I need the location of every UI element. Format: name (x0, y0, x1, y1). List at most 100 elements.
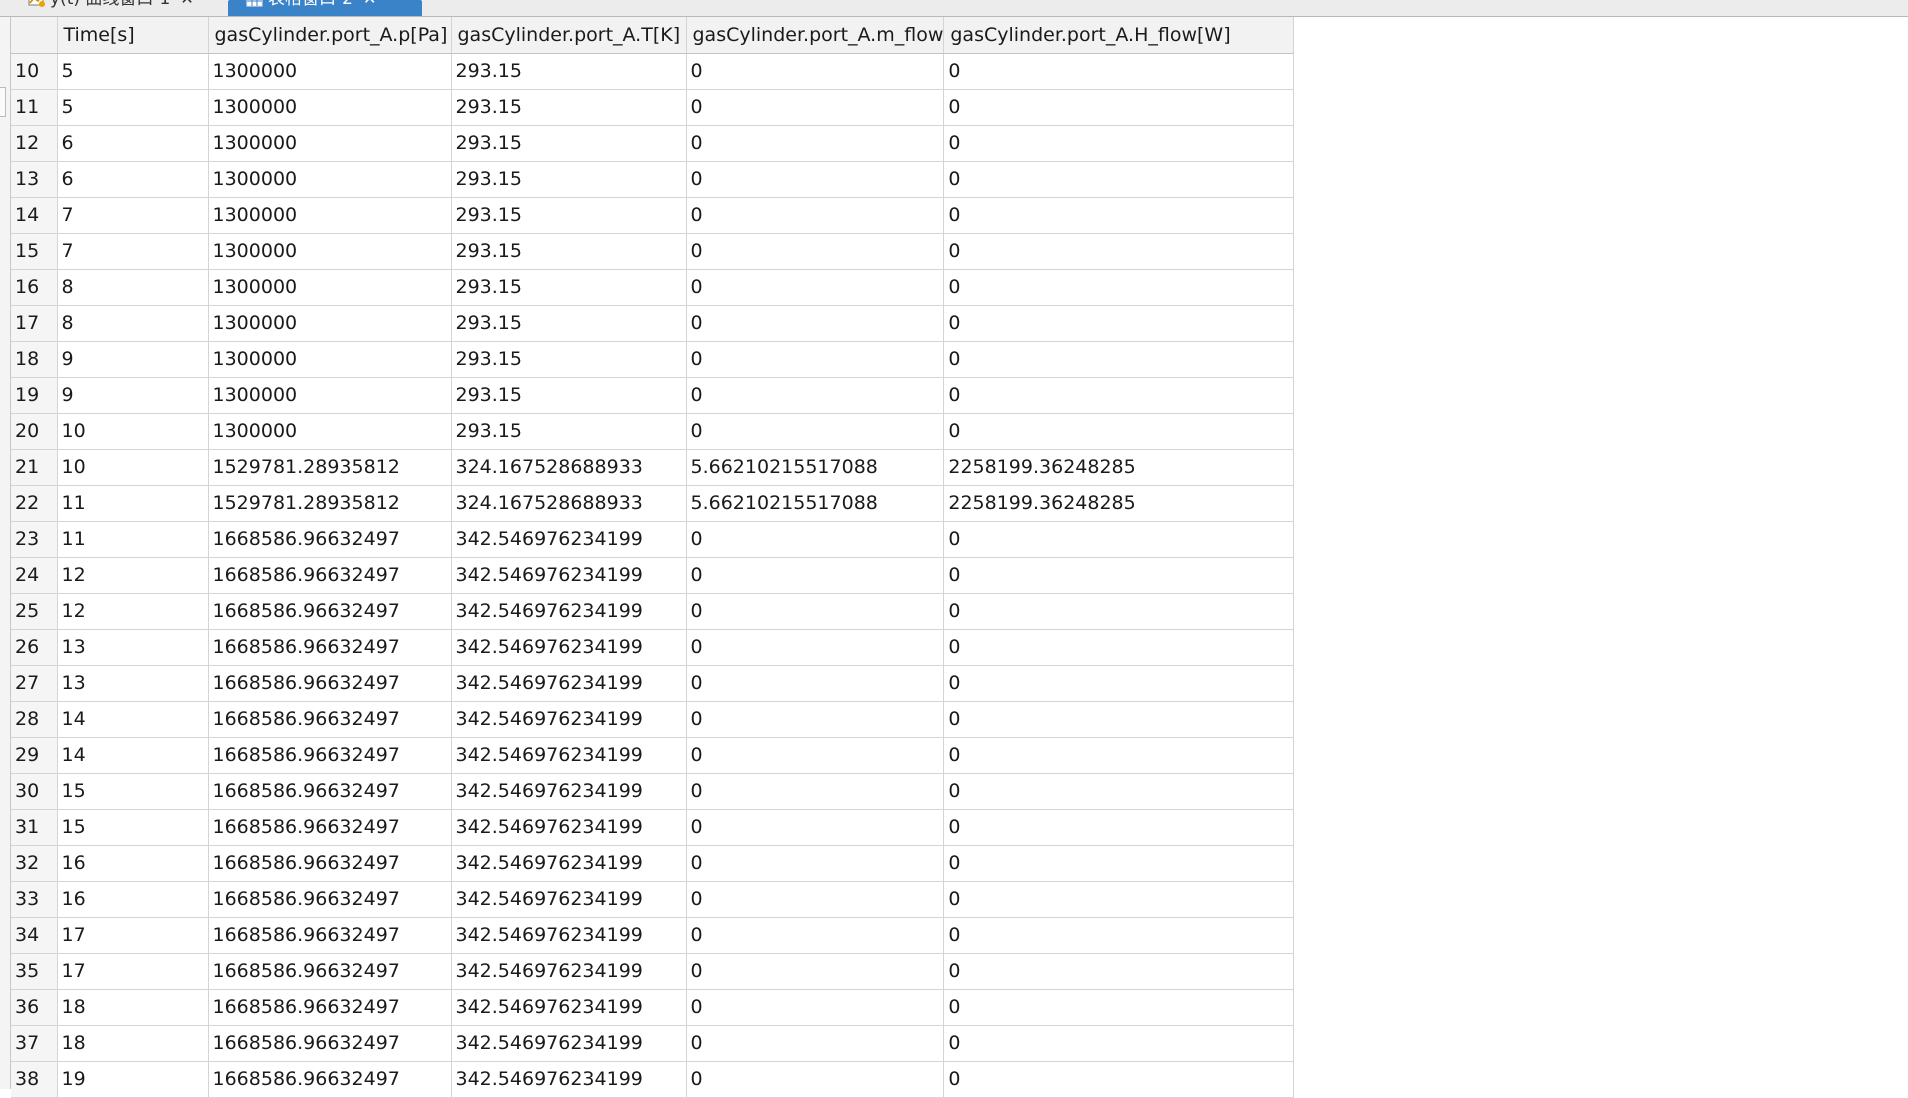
enthalpy-flow-cell[interactable]: 2258199.36248285 (943, 449, 1295, 486)
temperature-cell[interactable]: 342.546976234199 (451, 665, 687, 702)
row-number-cell[interactable]: 34 (11, 917, 58, 954)
time-cell[interactable]: 12 (57, 557, 209, 594)
enthalpy-flow-cell[interactable]: 0 (943, 701, 1295, 738)
pressure-cell[interactable]: 1668586.96632497 (208, 1061, 452, 1098)
row-number-cell[interactable]: 29 (11, 737, 58, 774)
enthalpy-flow-cell[interactable]: 0 (943, 881, 1295, 918)
table-row[interactable]: 15 7 1300000 293.15 0 0 (11, 233, 1295, 270)
row-number-cell[interactable]: 24 (11, 557, 58, 594)
pressure-cell[interactable]: 1668586.96632497 (208, 953, 452, 990)
enthalpy-flow-cell[interactable]: 0 (943, 89, 1295, 126)
time-cell[interactable]: 16 (57, 881, 209, 918)
table-row[interactable]: 35 17 1668586.96632497 342.546976234199 0 0 (11, 953, 1295, 990)
enthalpy-flow-cell[interactable]: 0 (943, 197, 1295, 234)
temperature-cell[interactable]: 342.546976234199 (451, 629, 687, 666)
table-row[interactable]: 30 15 1668586.96632497 342.546976234199 0 0 (11, 773, 1295, 810)
table-row[interactable]: 22 11 1529781.28935812 324.167528688933 5.66… (11, 485, 1295, 522)
enthalpy-flow-cell[interactable]: 0 (943, 1061, 1295, 1098)
time-cell[interactable]: 14 (57, 701, 209, 738)
time-cell[interactable]: 13 (57, 665, 209, 702)
temperature-cell[interactable]: 293.15 (451, 377, 687, 414)
enthalpy-flow-cell[interactable]: 0 (943, 593, 1295, 630)
pressure-cell[interactable]: 1668586.96632497 (208, 845, 452, 882)
enthalpy-flow-cell[interactable]: 0 (943, 521, 1295, 558)
enthalpy-flow-cell[interactable]: 0 (943, 53, 1295, 90)
table-row[interactable]: 31 15 1668586.96632497 342.546976234199 0 0 (11, 809, 1295, 846)
pressure-cell[interactable]: 1668586.96632497 (208, 557, 452, 594)
column-header-pressure[interactable]: gasCylinder.port_A.p[Pa] (208, 17, 452, 54)
mass-flow-cell[interactable]: 0 (686, 161, 945, 198)
time-cell[interactable]: 8 (57, 269, 209, 306)
mass-flow-cell[interactable]: 0 (686, 1061, 945, 1098)
enthalpy-flow-cell[interactable]: 0 (943, 341, 1295, 378)
table-row[interactable]: 19 9 1300000 293.15 0 0 (11, 377, 1295, 414)
row-number-cell[interactable]: 15 (11, 233, 58, 270)
temperature-cell[interactable]: 293.15 (451, 341, 687, 378)
table-row[interactable]: 27 13 1668586.96632497 342.546976234199 0 0 (11, 665, 1295, 702)
enthalpy-flow-cell[interactable]: 0 (943, 413, 1295, 450)
time-cell[interactable]: 6 (57, 161, 209, 198)
time-cell[interactable]: 13 (57, 629, 209, 666)
temperature-cell[interactable]: 342.546976234199 (451, 593, 687, 630)
mass-flow-cell[interactable]: 0 (686, 89, 945, 126)
mass-flow-cell[interactable]: 0 (686, 305, 945, 342)
corner-cell[interactable] (11, 17, 58, 54)
table-row[interactable]: 29 14 1668586.96632497 342.546976234199 0 0 (11, 737, 1295, 774)
temperature-cell[interactable]: 324.167528688933 (451, 485, 687, 522)
table-row[interactable]: 20 10 1300000 293.15 0 0 (11, 413, 1295, 450)
mass-flow-cell[interactable]: 0 (686, 917, 945, 954)
mass-flow-cell[interactable]: 0 (686, 845, 945, 882)
temperature-cell[interactable]: 293.15 (451, 233, 687, 270)
enthalpy-flow-cell[interactable]: 0 (943, 773, 1295, 810)
temperature-cell[interactable]: 293.15 (451, 53, 687, 90)
table-row[interactable]: 23 11 1668586.96632497 342.546976234199 0 0 (11, 521, 1295, 558)
table-row[interactable]: 32 16 1668586.96632497 342.546976234199 0 0 (11, 845, 1295, 882)
table-row[interactable]: 14 7 1300000 293.15 0 0 (11, 197, 1295, 234)
pressure-cell[interactable]: 1668586.96632497 (208, 917, 452, 954)
temperature-cell[interactable]: 342.546976234199 (451, 953, 687, 990)
time-cell[interactable]: 17 (57, 953, 209, 990)
pressure-cell[interactable]: 1668586.96632497 (208, 1025, 452, 1062)
mass-flow-cell[interactable]: 0 (686, 53, 945, 90)
mass-flow-cell[interactable]: 0 (686, 557, 945, 594)
time-cell[interactable]: 9 (57, 377, 209, 414)
row-number-cell[interactable]: 28 (11, 701, 58, 738)
temperature-cell[interactable]: 293.15 (451, 89, 687, 126)
row-number-cell[interactable]: 10 (11, 53, 58, 90)
time-cell[interactable]: 7 (57, 197, 209, 234)
mass-flow-cell[interactable]: 0 (686, 881, 945, 918)
table-row[interactable]: 11 5 1300000 293.15 0 0 (11, 89, 1295, 126)
enthalpy-flow-cell[interactable]: 0 (943, 665, 1295, 702)
temperature-cell[interactable]: 293.15 (451, 161, 687, 198)
row-number-cell[interactable]: 23 (11, 521, 58, 558)
enthalpy-flow-cell[interactable]: 2258199.36248285 (943, 485, 1295, 522)
enthalpy-flow-cell[interactable]: 0 (943, 557, 1295, 594)
mass-flow-cell[interactable]: 0 (686, 989, 945, 1026)
enthalpy-flow-cell[interactable]: 0 (943, 737, 1295, 774)
time-cell[interactable]: 18 (57, 1025, 209, 1062)
enthalpy-flow-cell[interactable]: 0 (943, 953, 1295, 990)
mass-flow-cell[interactable]: 0 (686, 269, 945, 306)
pressure-cell[interactable]: 1300000 (208, 89, 452, 126)
table-row[interactable]: 17 8 1300000 293.15 0 0 (11, 305, 1295, 342)
mass-flow-cell[interactable]: 0 (686, 665, 945, 702)
pressure-cell[interactable]: 1300000 (208, 413, 452, 450)
row-number-cell[interactable]: 35 (11, 953, 58, 990)
mass-flow-cell[interactable]: 0 (686, 233, 945, 270)
pressure-cell[interactable]: 1300000 (208, 53, 452, 90)
enthalpy-flow-cell[interactable]: 0 (943, 161, 1295, 198)
temperature-cell[interactable]: 342.546976234199 (451, 701, 687, 738)
temperature-cell[interactable]: 293.15 (451, 125, 687, 162)
pressure-cell[interactable]: 1300000 (208, 233, 452, 270)
time-cell[interactable]: 12 (57, 593, 209, 630)
time-cell[interactable]: 18 (57, 989, 209, 1026)
row-number-cell[interactable]: 32 (11, 845, 58, 882)
pressure-cell[interactable]: 1668586.96632497 (208, 881, 452, 918)
row-number-cell[interactable]: 14 (11, 197, 58, 234)
enthalpy-flow-cell[interactable]: 0 (943, 989, 1295, 1026)
column-header-mass-flow[interactable]: gasCylinder.port_A.m_flow (686, 17, 945, 54)
row-number-cell[interactable]: 37 (11, 1025, 58, 1062)
row-number-cell[interactable]: 18 (11, 341, 58, 378)
enthalpy-flow-cell[interactable]: 0 (943, 917, 1295, 954)
tab-curve-window-1[interactable]: y(t) 曲线窗口-1 ✕ (22, 0, 212, 16)
